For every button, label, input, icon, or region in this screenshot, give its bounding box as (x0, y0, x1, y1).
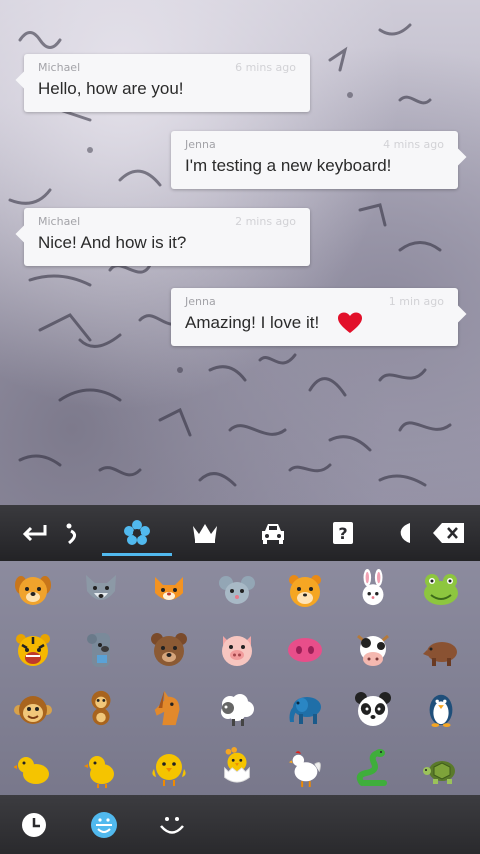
koala-emoji[interactable] (82, 631, 120, 669)
pig-face-emoji[interactable] (218, 631, 256, 669)
horse-head-emoji[interactable] (150, 689, 188, 727)
monkey-emoji[interactable] (82, 689, 120, 727)
elephant-emoji[interactable] (286, 691, 324, 729)
penguin-emoji[interactable] (422, 689, 460, 727)
message-sender: Michael (38, 215, 81, 228)
message-bubble[interactable]: Michael 2 mins ago Nice! And how is it? (15, 208, 310, 266)
message-sender: Michael (38, 61, 81, 74)
tab-symbols[interactable]: ? (318, 505, 368, 561)
monkey-face-emoji[interactable] (14, 691, 52, 729)
message-text: Hello, how are you! (38, 79, 184, 98)
pig-nose-emoji[interactable] (286, 631, 324, 669)
message-sender: Jenna (185, 295, 216, 308)
hamster-face-emoji[interactable] (286, 571, 324, 609)
rooster-emoji[interactable] (286, 749, 324, 787)
message-time: 1 min ago (388, 295, 444, 308)
message-text: Nice! And how is it? (38, 233, 187, 252)
rabbit-face-emoji[interactable] (354, 569, 392, 607)
message-bubble[interactable]: Jenna 4 mins ago I'm testing a new keybo… (171, 131, 467, 189)
heart-icon (338, 312, 362, 333)
question-box-icon: ? (333, 522, 353, 544)
tab-recent-symbols[interactable] (380, 505, 430, 561)
chick-emoji[interactable] (14, 751, 52, 789)
cow-face-emoji[interactable] (354, 631, 392, 669)
wolf-face-emoji[interactable] (82, 571, 120, 609)
crown-icon (193, 524, 217, 543)
panda-face-emoji[interactable] (354, 691, 392, 729)
text-emoticon-button[interactable] (148, 801, 196, 849)
dog-face-emoji[interactable] (14, 571, 52, 609)
emoji-mode-button[interactable] (80, 801, 128, 849)
message-time: 2 mins ago (235, 215, 296, 228)
car-icon (262, 524, 284, 544)
sheep-emoji[interactable] (218, 691, 256, 729)
keyboard-bottom-bar (0, 795, 480, 854)
bubble-icon (400, 523, 410, 543)
mouse-face-emoji[interactable] (218, 571, 256, 609)
recent-clock-icon (22, 813, 46, 837)
emoji-grid (0, 561, 480, 795)
emoticon-text-icon (160, 817, 184, 834)
emoji-category-toolbar: ? (0, 505, 480, 561)
frog-face-emoji[interactable] (422, 571, 460, 609)
bear-face-emoji[interactable] (150, 631, 188, 669)
baby-chick-emoji[interactable] (82, 751, 120, 789)
boar-emoji[interactable] (422, 633, 460, 671)
message-text: Amazing! I love it! (185, 313, 320, 332)
message-bubble[interactable]: Jenna 1 min ago Amazing! I love it! (171, 288, 467, 346)
snake-emoji[interactable] (354, 749, 392, 787)
message-text: I'm testing a new keyboard! (185, 156, 392, 175)
recent-button[interactable] (10, 801, 58, 849)
tab-places[interactable] (248, 505, 298, 561)
message-sender: Jenna (185, 138, 216, 151)
cat-face-emoji[interactable] (150, 571, 188, 609)
svg-text:?: ? (338, 524, 347, 543)
hatching-chick-emoji[interactable] (218, 747, 256, 785)
smiley-face-icon (91, 812, 117, 838)
message-time: 6 mins ago (235, 61, 296, 74)
tab-objects[interactable] (180, 505, 230, 561)
backspace-icon (433, 523, 464, 543)
tab-emoticons[interactable] (48, 505, 98, 561)
enter-icon (22, 525, 47, 542)
flower-icon (124, 520, 150, 545)
message-time: 4 mins ago (383, 138, 444, 151)
front-chick-emoji[interactable] (150, 749, 188, 787)
message-bubble[interactable]: Michael 6 mins ago Hello, how are you! (15, 54, 310, 112)
backspace-button[interactable] (424, 505, 474, 561)
emoticon-wink-icon (66, 523, 76, 545)
selected-tab-indicator (102, 553, 172, 556)
tiger-face-emoji[interactable] (14, 631, 52, 669)
turtle-emoji[interactable] (422, 751, 460, 789)
